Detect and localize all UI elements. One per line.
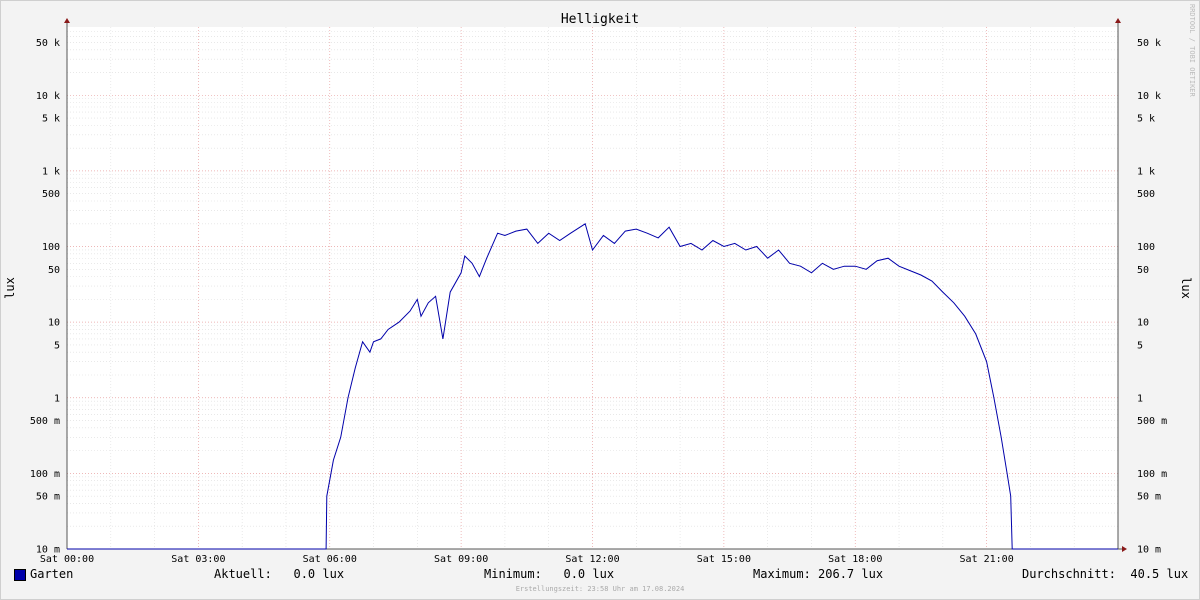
y-tick-label-right: 5 — [1137, 340, 1143, 351]
y-tick-label-right: 10 — [1137, 318, 1149, 329]
legend-minimum: Minimum: 0.0 lux — [484, 567, 615, 581]
legend-maximum: Maximum: 206.7 lux — [753, 567, 884, 581]
legend-average: Durchschnitt: 40.5 lux — [1022, 567, 1189, 581]
y-tick-label-right: 500 — [1137, 189, 1155, 200]
y-tick-label-left: 10 k — [36, 91, 60, 102]
y-tick-label-left: 50 m — [36, 492, 60, 503]
y-tick-label-right: 1 — [1137, 393, 1143, 404]
y-tick-label-right: 50 m — [1137, 492, 1161, 503]
y-tick-label-right: 500 m — [1137, 416, 1167, 427]
y-tick-label-right: 100 m — [1137, 469, 1167, 480]
y-tick-label-left: 100 — [42, 242, 60, 253]
y-tick-label-right: 1 k — [1137, 166, 1155, 177]
x-tick-label: Sat 12:00 — [565, 554, 619, 565]
x-tick-label: Sat 03:00 — [171, 554, 225, 565]
brightness-chart: Sat 00:00 Sat 03:00 Sat 06:00 Sat 09:00 Sat … — [0, 0, 1200, 600]
y-axis-label-right: lux — [1179, 277, 1193, 299]
y-tick-label-left: 50 — [48, 265, 60, 276]
x-tick-label: Sat 06:00 — [303, 554, 357, 565]
y-tick-label-left: 100 m — [30, 469, 60, 480]
y-tick-label-left: 5 k — [42, 114, 60, 125]
creation-timestamp: Erstellungszeit: 23:58 Uhr am 17.08.2024 — [515, 585, 685, 593]
x-tick-label: Sat 00:00 — [40, 554, 94, 565]
y-tick-label-right: 50 — [1137, 265, 1149, 276]
y-tick-label-left: 500 — [42, 189, 60, 200]
x-tick-label: Sat 15:00 — [697, 554, 751, 565]
y-tick-label-left: 500 m — [30, 416, 60, 427]
y-tick-label-left: 10 — [48, 318, 60, 329]
y-tick-label-right: 100 — [1137, 242, 1155, 253]
legend-series-name: Garten — [30, 567, 74, 581]
x-tick-label: Sat 18:00 — [828, 554, 882, 565]
legend: Garten Aktuell: 0.0 lux Minimum: 0.0 lux… — [0, 567, 1200, 585]
y-tick-label-left: 1 k — [42, 166, 60, 177]
chart-root: Sat 00:00 Sat 03:00 Sat 06:00 Sat 09:00 Sat … — [0, 0, 1200, 600]
y-tick-label-right: 10 m — [1137, 545, 1161, 556]
y-tick-label-left: 5 — [54, 340, 60, 351]
y-tick-label-right: 5 k — [1137, 114, 1155, 125]
y-tick-label-left: 50 k — [36, 38, 60, 49]
rrdtool-credit: RRDTOOL / TOBI OETIKER — [1188, 4, 1196, 97]
legend-current: Aktuell: 0.0 lux — [214, 567, 345, 581]
y-tick-label-right: 50 k — [1137, 38, 1161, 49]
y-tick-label-left: 1 — [54, 393, 60, 404]
chart-title: Helligkeit — [561, 12, 639, 27]
y-tick-label-left: 10 m — [36, 545, 60, 556]
y-axis-label-left: lux — [3, 277, 17, 299]
legend-swatch-garten — [14, 569, 26, 581]
y-tick-label-right: 10 k — [1137, 91, 1161, 102]
x-tick-label: Sat 09:00 — [434, 554, 488, 565]
x-tick-label: Sat 21:00 — [960, 554, 1014, 565]
